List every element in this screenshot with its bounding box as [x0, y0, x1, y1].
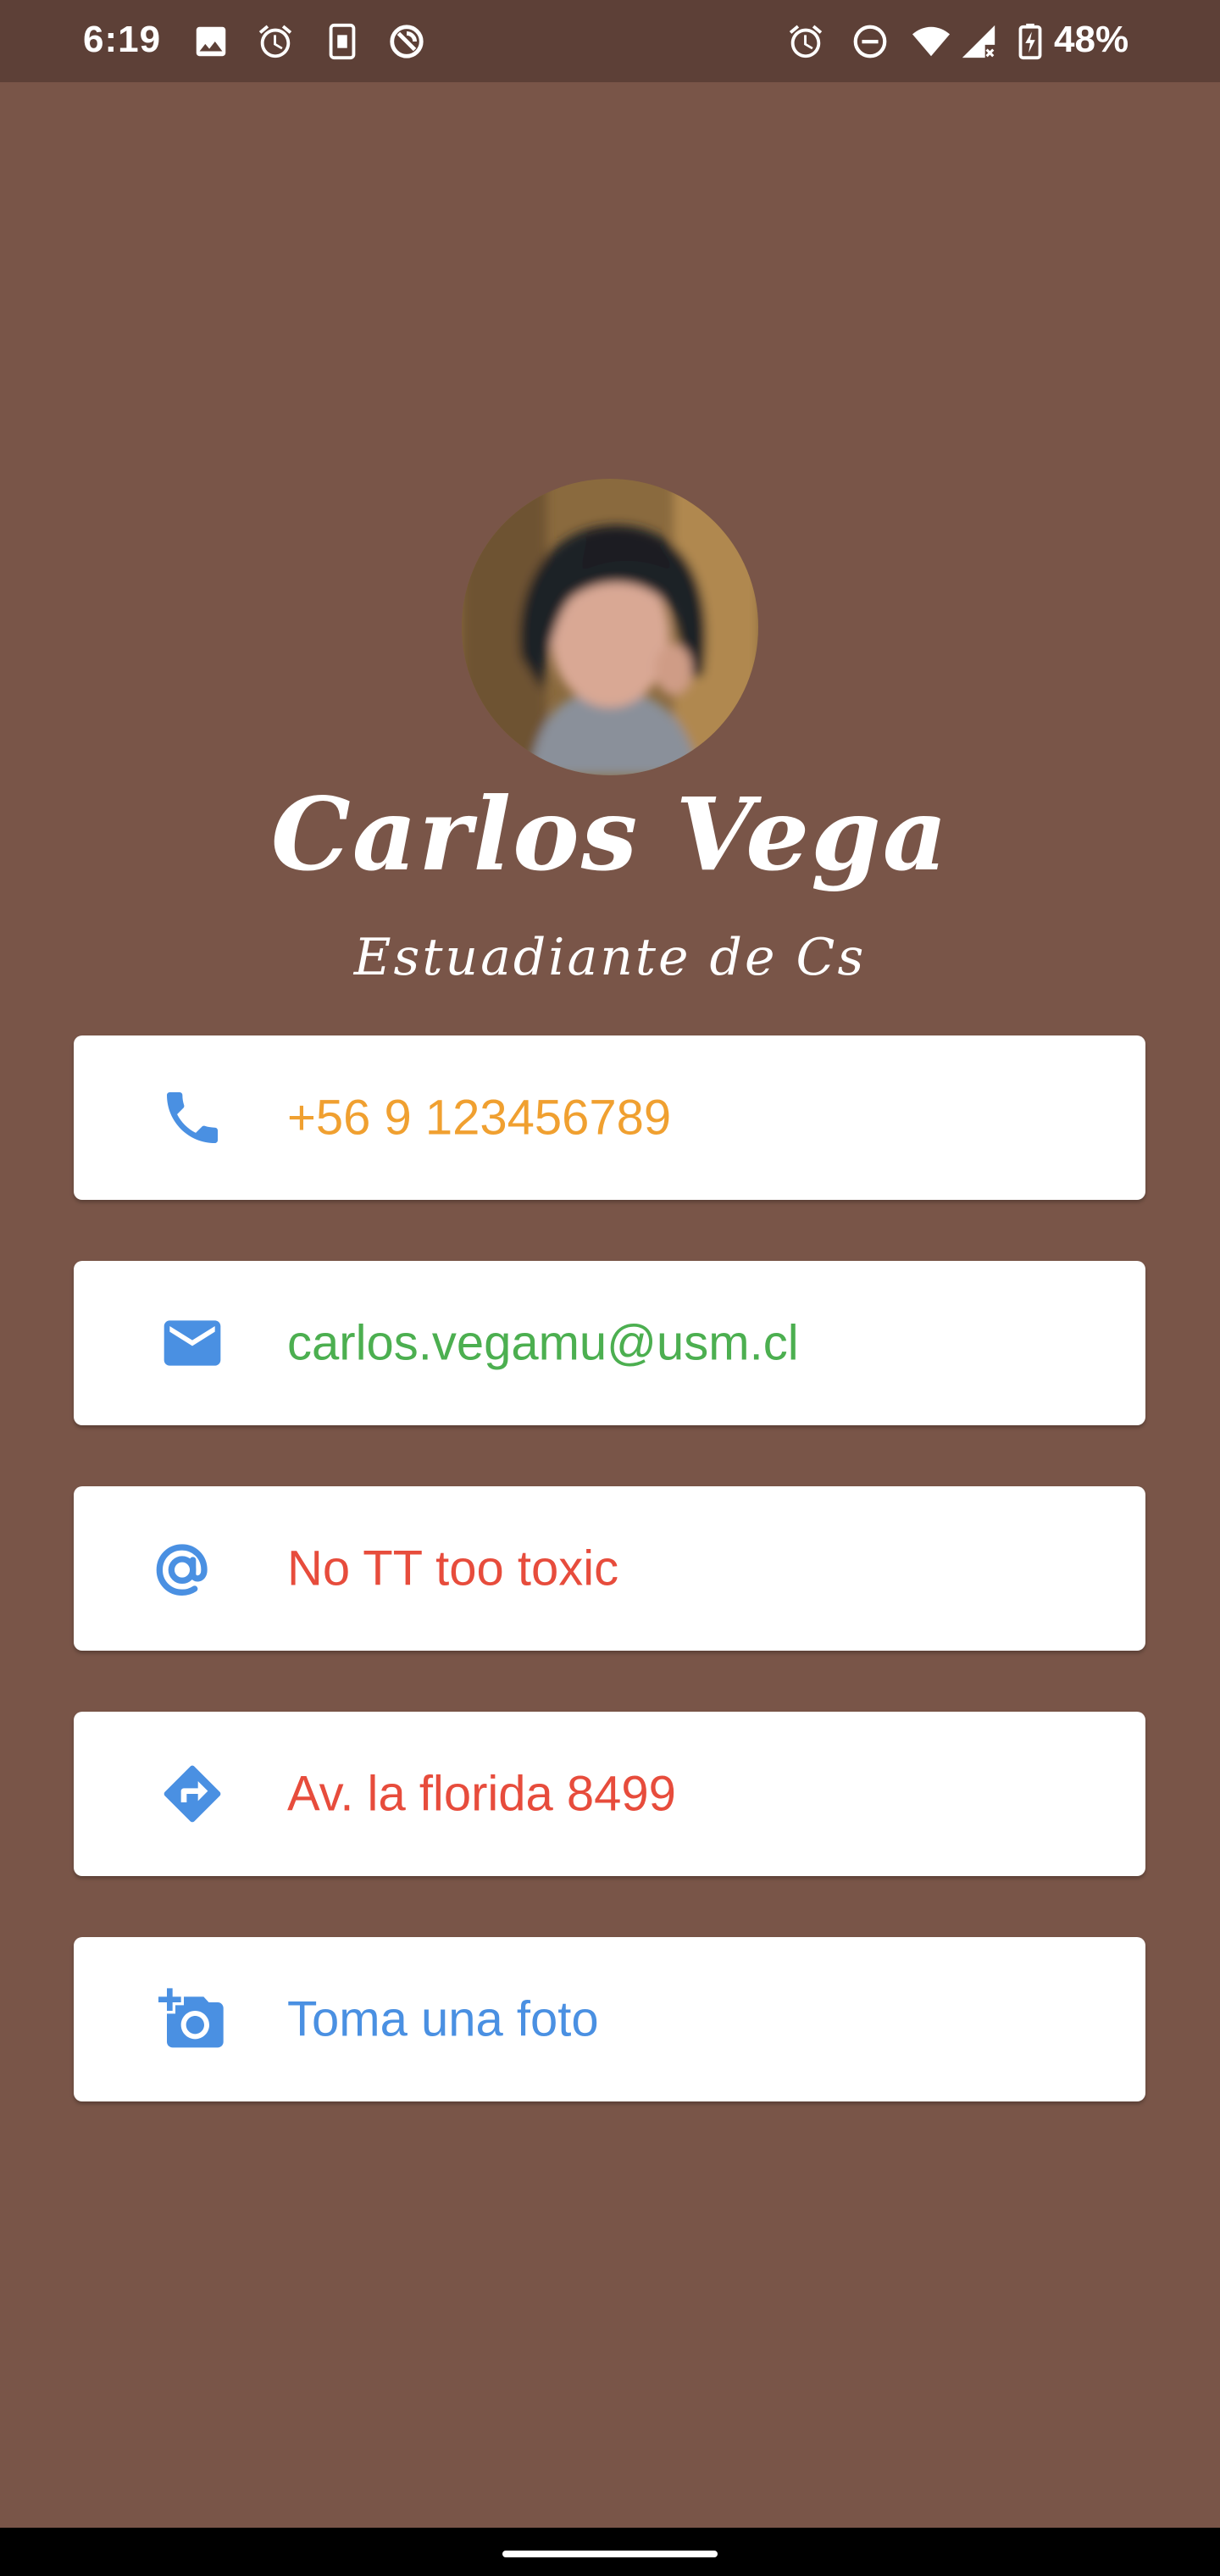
- phone-number: +56 9 123456789: [287, 1090, 672, 1146]
- at-icon: [156, 1544, 208, 1596]
- vpn-icon: [390, 25, 424, 58]
- alarm-icon: [258, 25, 292, 58]
- take-photo-card[interactable]: Toma una foto: [74, 1937, 1145, 2101]
- battery-percent: 48%: [1054, 19, 1129, 60]
- phone-icon: [167, 1092, 218, 1143]
- dnd-icon: [853, 25, 887, 58]
- profile-name: Carlos Vega: [270, 775, 950, 893]
- social-handle: No TT too toxic: [287, 1541, 619, 1596]
- address-card[interactable]: Av. la florida 8499: [74, 1712, 1145, 1876]
- avatar: [462, 479, 758, 775]
- signal-icon: [962, 25, 995, 58]
- status-bar: 6:19 48%: [0, 0, 1220, 82]
- home-gesture-handle[interactable]: [502, 2551, 718, 2557]
- social-card[interactable]: No TT too toxic: [74, 1486, 1145, 1651]
- email-icon: [164, 1320, 221, 1366]
- profile-subtitle: Estuadiante de Cs: [353, 928, 867, 987]
- image-icon: [196, 26, 226, 57]
- sim-icon: [329, 23, 356, 60]
- status-time: 6:19: [83, 19, 162, 60]
- wifi-icon: [912, 26, 951, 57]
- phone-card[interactable]: +56 9 123456789: [74, 1035, 1145, 1200]
- add-photo-icon: [158, 1988, 224, 2048]
- directions-icon: [164, 1765, 221, 1823]
- email-address: carlos.vegamu@usm.cl: [287, 1315, 799, 1371]
- take-photo-label: Toma una foto: [287, 1991, 599, 2047]
- alarm-icon: [789, 25, 823, 58]
- email-card[interactable]: carlos.vegamu@usm.cl: [74, 1261, 1145, 1425]
- address-text: Av. la florida 8499: [287, 1766, 676, 1822]
- battery-charging-icon: [1018, 23, 1042, 60]
